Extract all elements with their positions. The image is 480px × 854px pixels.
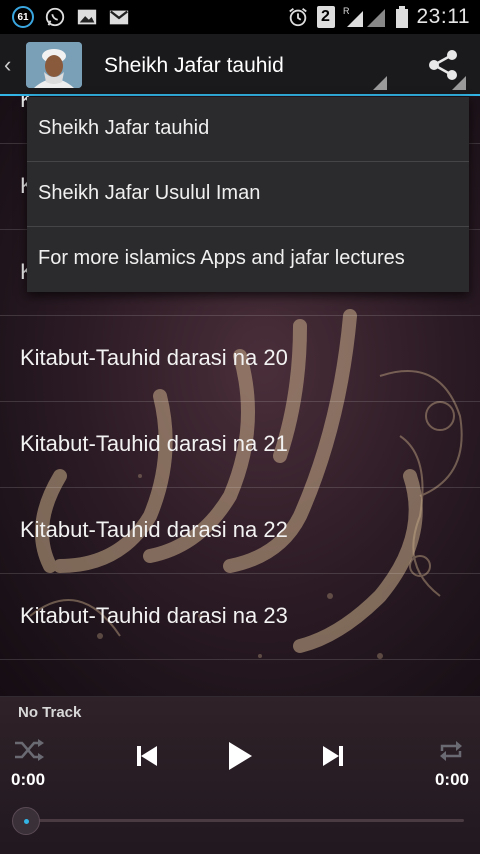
seek-track bbox=[28, 819, 464, 822]
image-icon bbox=[77, 9, 97, 25]
battery-icon bbox=[395, 6, 408, 28]
seek-thumb[interactable] bbox=[12, 807, 40, 835]
roaming-indicator: R bbox=[343, 6, 350, 16]
app-icon-avatar[interactable] bbox=[26, 42, 82, 88]
app-title[interactable]: Sheikh Jafar tauhid bbox=[104, 54, 284, 78]
action-bar: ‹ Sheikh Jafar tauhid bbox=[0, 34, 480, 96]
list-item[interactable]: Kitabut-Tauhid darasi na 20 bbox=[0, 316, 480, 402]
dropdown-item-label: Sheikh Jafar tauhid bbox=[38, 117, 210, 139]
dropdown-item-label: For more islamics Apps and jafar lecture… bbox=[38, 247, 405, 269]
list-item[interactable]: Kitabut-Tauhid darasi na 23 bbox=[0, 574, 480, 660]
seek-bar[interactable] bbox=[12, 807, 468, 835]
audio-player: No Track 0:00 0:00 bbox=[0, 696, 480, 854]
sim-badge: 2 bbox=[316, 6, 335, 28]
dropdown-item-jafar-tauhid[interactable]: Sheikh Jafar tauhid bbox=[27, 97, 469, 162]
signal-icon: R bbox=[343, 6, 385, 27]
previous-track-icon[interactable] bbox=[136, 744, 158, 768]
list-item[interactable]: Kitabut-Tauhid darasi na 21 bbox=[0, 402, 480, 488]
clock: 23:11 bbox=[416, 5, 470, 28]
track-title: No Track bbox=[18, 704, 82, 721]
app-switcher-dropdown: Sheikh Jafar tauhid Sheikh Jafar Usulul … bbox=[27, 97, 469, 292]
dropdown-item-usulul-iman[interactable]: Sheikh Jafar Usulul Iman bbox=[27, 162, 469, 227]
whatsapp-icon bbox=[45, 7, 65, 27]
next-track-icon[interactable] bbox=[322, 744, 344, 768]
shuffle-icon[interactable] bbox=[14, 739, 44, 761]
list-item-label: Kitabut-Tauhid darasi na 22 bbox=[20, 517, 288, 542]
spinner-triangle-icon bbox=[373, 76, 387, 90]
dropdown-item-more-apps[interactable]: For more islamics Apps and jafar lecture… bbox=[27, 227, 469, 292]
elapsed-time: 0:00 bbox=[11, 770, 46, 789]
list-item-label: Kitabut-Tauhid darasi na 20 bbox=[20, 345, 288, 370]
list-item-label: Kitabut-Tauhid darasi na 21 bbox=[20, 431, 288, 456]
dropdown-item-label: Sheikh Jafar Usulul Iman bbox=[38, 182, 261, 204]
list-item-label: Kitabut-Tauhid darasi na 23 bbox=[20, 603, 288, 628]
total-time: 0:00 bbox=[434, 770, 469, 789]
status-bar: 61 2 R 23:11 bbox=[0, 0, 480, 34]
repeat-icon[interactable] bbox=[438, 739, 464, 763]
back-chevron-icon[interactable]: ‹ bbox=[4, 52, 11, 78]
play-icon[interactable] bbox=[227, 741, 253, 771]
gmail-icon bbox=[109, 10, 129, 25]
notification-count-icon: 61 bbox=[12, 6, 34, 28]
overflow-triangle-icon bbox=[452, 76, 466, 90]
list-item[interactable]: Kitabut-Tauhid darasi na 22 bbox=[0, 488, 480, 574]
alarm-icon bbox=[288, 8, 307, 27]
